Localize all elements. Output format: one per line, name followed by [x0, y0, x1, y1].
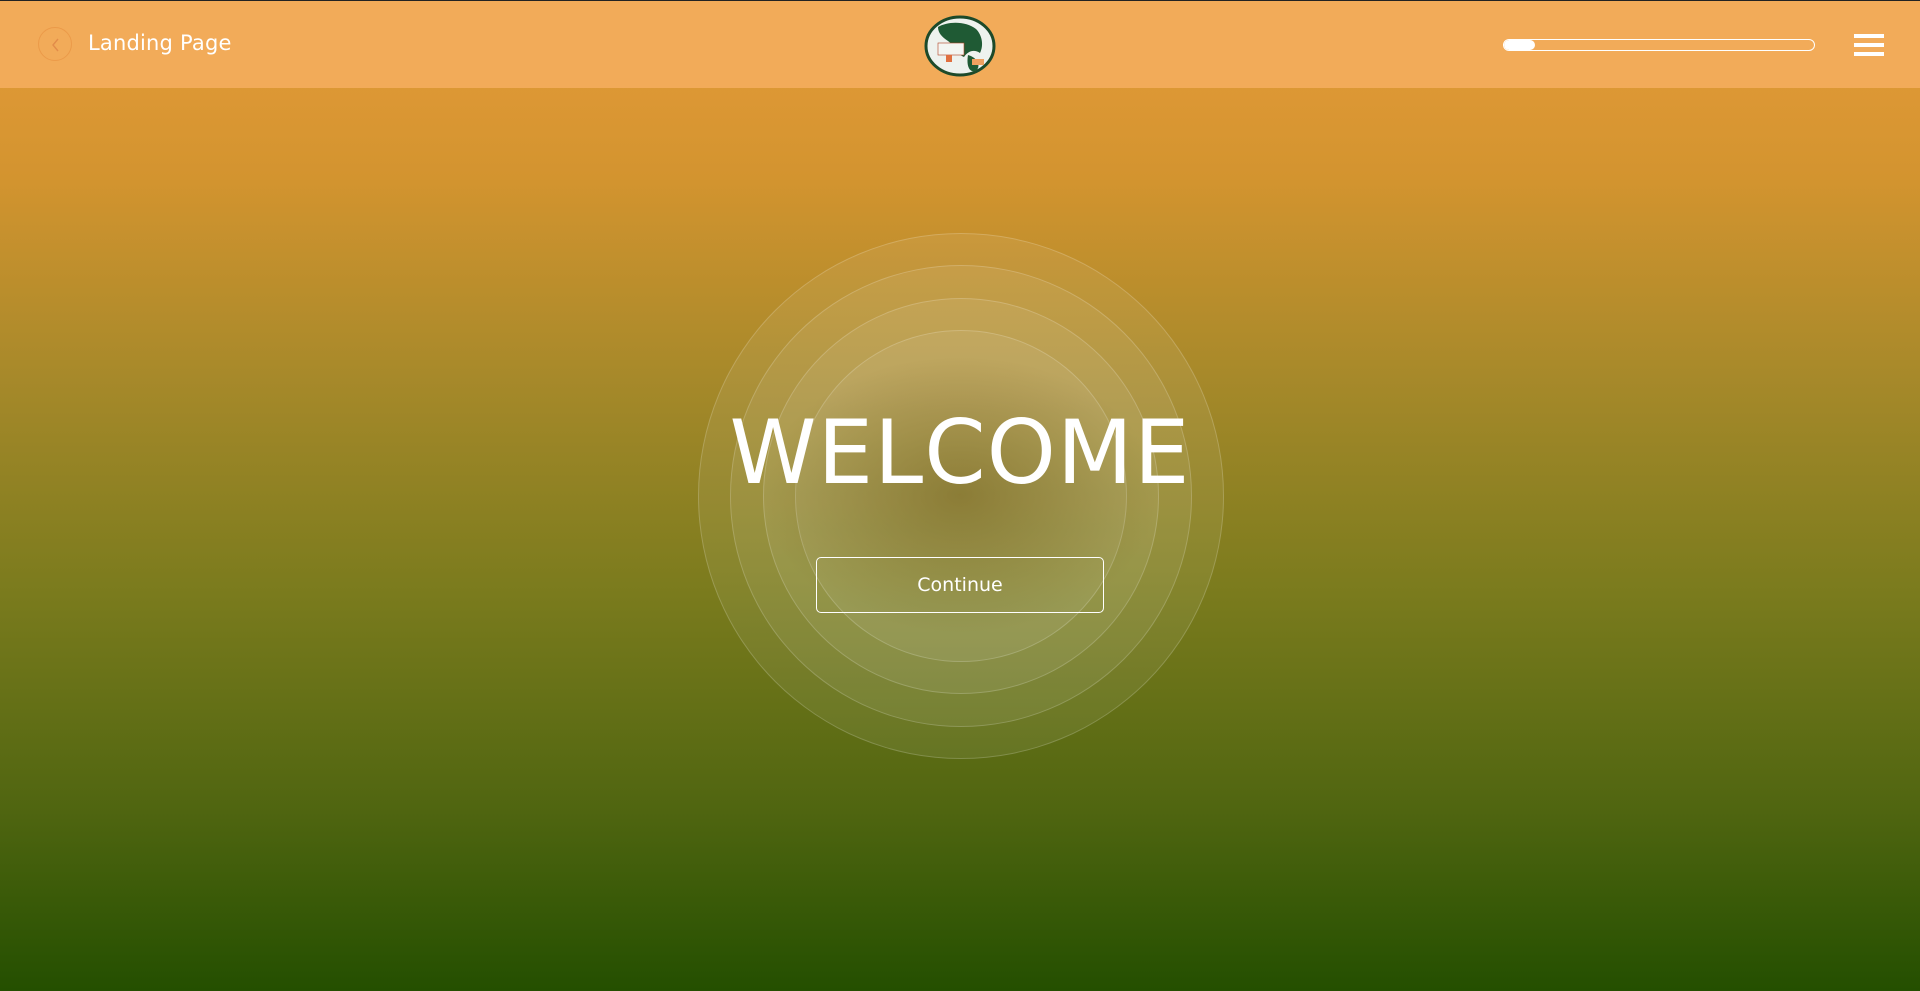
chevron-left-icon: [52, 38, 59, 52]
hamburger-menu-icon[interactable]: [1854, 34, 1884, 56]
welcome-heading: WELCOME: [729, 401, 1191, 504]
globe-logo[interactable]: [924, 15, 996, 77]
top-bar: Landing Page: [0, 0, 1920, 88]
progress-bar: [1503, 39, 1815, 51]
progress-fill: [1504, 40, 1535, 50]
page-title: Landing Page: [88, 31, 232, 55]
continue-button[interactable]: Continue: [816, 557, 1104, 613]
back-button[interactable]: [38, 27, 72, 61]
